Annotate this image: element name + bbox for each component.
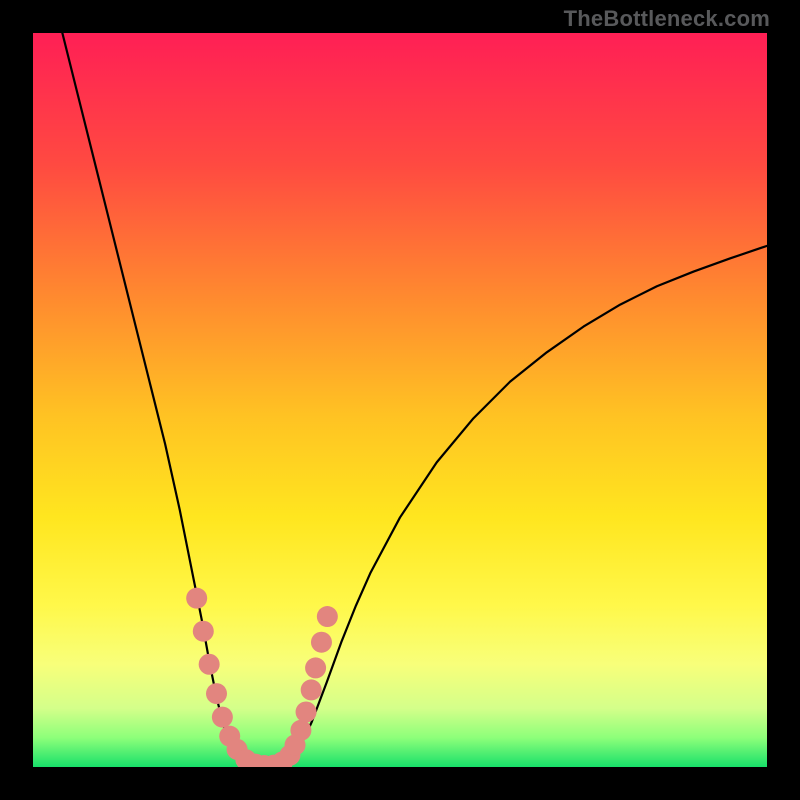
highlight-dot xyxy=(296,701,317,722)
figure-root: TheBottleneck.com xyxy=(0,0,800,800)
highlight-dot xyxy=(212,707,233,728)
highlight-dot xyxy=(311,632,332,653)
highlight-dot xyxy=(206,683,227,704)
highlight-dot xyxy=(290,720,311,741)
highlight-dot xyxy=(186,588,207,609)
chart-svg xyxy=(33,33,767,767)
highlight-dot xyxy=(199,654,220,675)
highlight-dot xyxy=(305,657,326,678)
plot-area xyxy=(33,33,767,767)
gradient-bg xyxy=(33,33,767,767)
highlight-dot xyxy=(317,606,338,627)
attribution-label: TheBottleneck.com xyxy=(564,6,770,32)
highlight-dot xyxy=(193,621,214,642)
highlight-dot xyxy=(301,679,322,700)
